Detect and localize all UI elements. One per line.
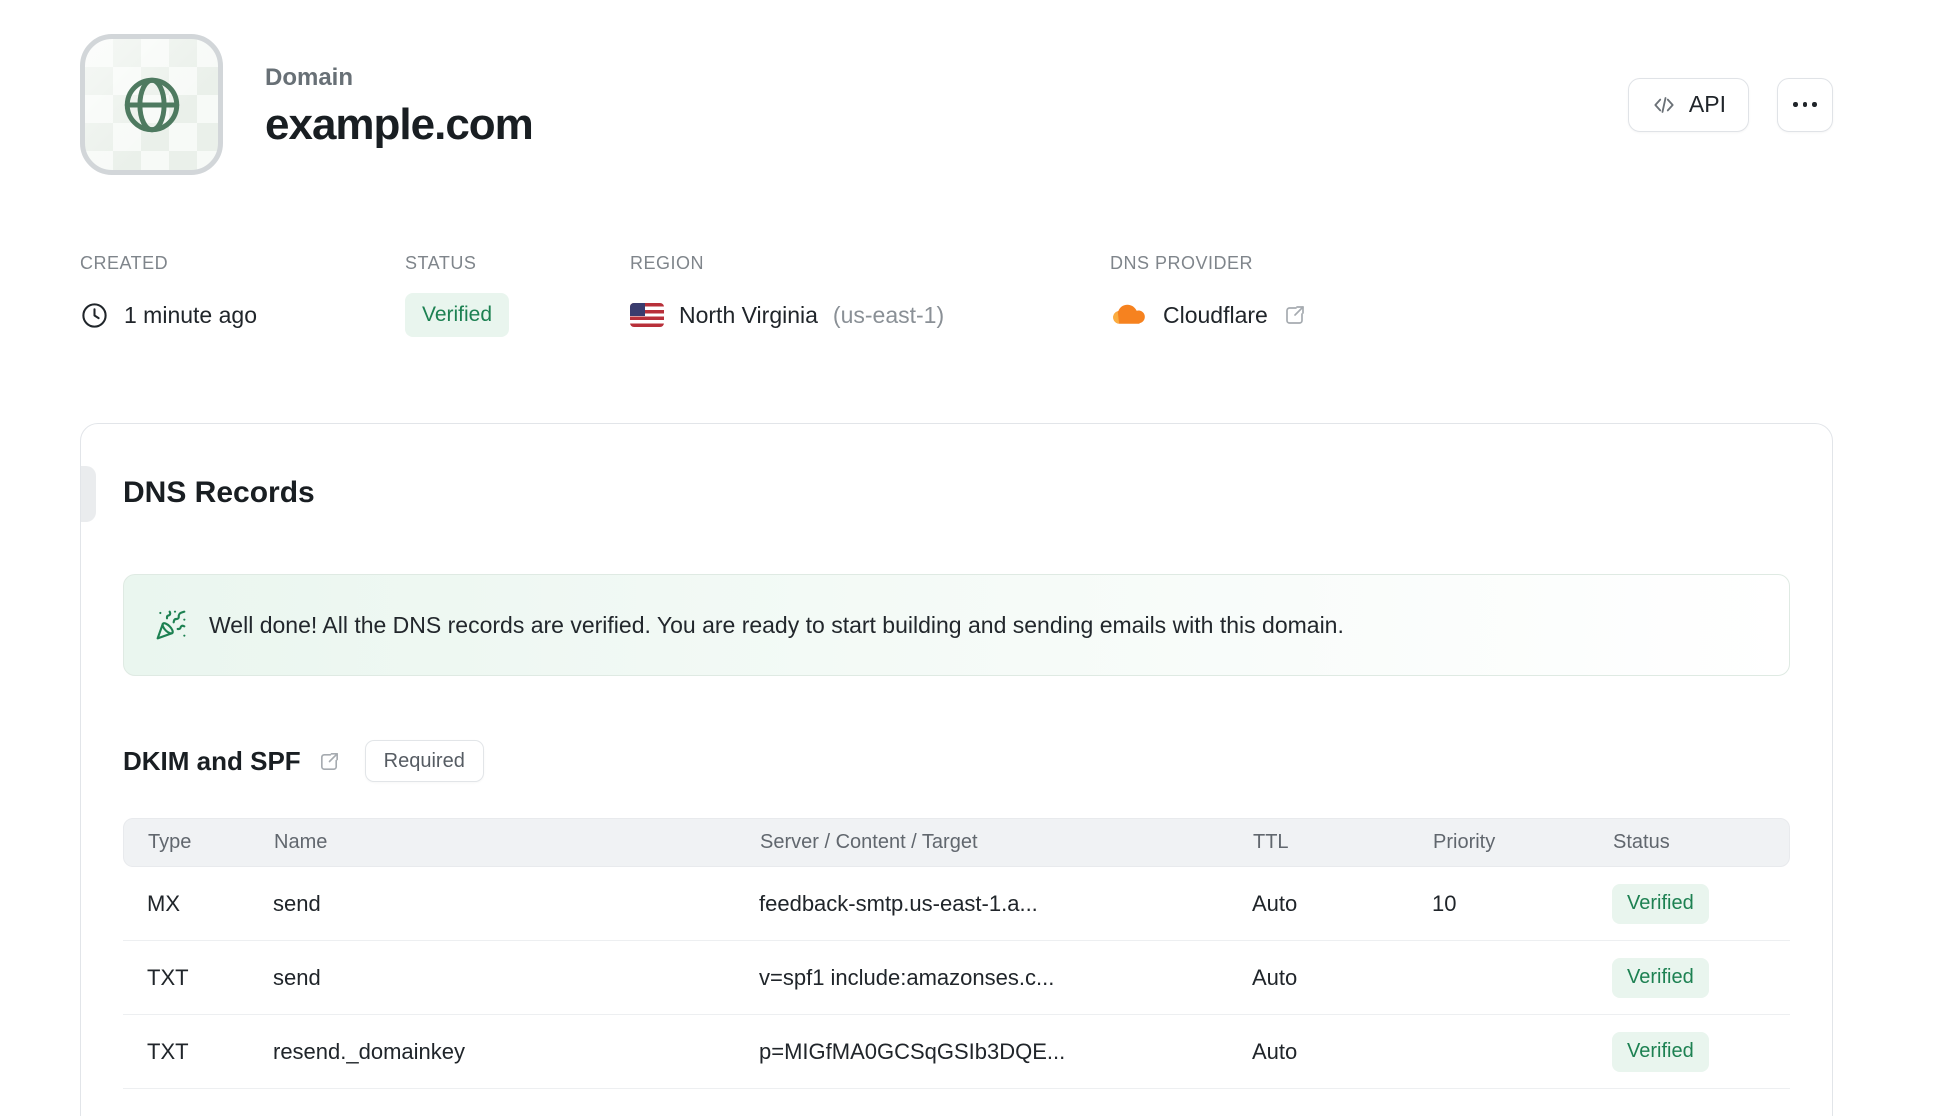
code-icon	[1651, 92, 1677, 118]
section-edge-indicator	[81, 466, 96, 522]
record-name: send	[273, 890, 321, 916]
banner-message: Well done! All the DNS records are verif…	[209, 611, 1344, 638]
record-name: resend._domainkey	[273, 1038, 466, 1064]
record-content[interactable]: p=MIGfMA0GCSqGSIb3DQE...	[759, 1039, 1252, 1065]
api-button-label: API	[1688, 91, 1726, 117]
dns-provider-label: DNS PROVIDER	[1110, 253, 1254, 273]
dns-records-table: Type Name Server / Content / Target TTL …	[123, 818, 1790, 1089]
record-content[interactable]: v=spf1 include:amazonses.c...	[759, 965, 1252, 991]
entity-type-label: Domain	[265, 63, 354, 91]
meta-dns-provider: DNS PROVIDER Cloudflare	[1110, 253, 1307, 337]
clock-icon	[80, 301, 109, 330]
external-link-icon[interactable]	[1283, 303, 1307, 327]
party-popper-icon	[155, 609, 187, 641]
region-value: North Virginia	[679, 301, 818, 328]
status-label: STATUS	[405, 253, 477, 273]
required-badge: Required	[364, 740, 484, 782]
record-status-badge: Verified	[1612, 883, 1709, 924]
cloudflare-icon	[1110, 301, 1148, 329]
domain-detail-page: Domain example.com API CREATED 1 minute …	[0, 0, 1944, 1116]
record-type: TXT	[147, 1038, 189, 1064]
dkim-spf-title: DKIM and SPF	[123, 745, 301, 776]
header-actions: API	[1627, 77, 1833, 132]
col-header-ttl: TTL	[1253, 831, 1289, 853]
region-code: (us-east-1)	[832, 301, 945, 328]
meta-region: REGION North Virginia (us-east-1)	[630, 253, 1110, 337]
col-header-content: Server / Content / Target	[760, 831, 978, 853]
created-value: 1 minute ago	[124, 301, 257, 328]
dns-records-card: DNS Records Well done! All the DNS recor…	[80, 423, 1833, 1116]
dns-records-heading: DNS Records	[123, 476, 315, 509]
table-header-row: Type Name Server / Content / Target TTL …	[123, 818, 1790, 867]
page-title: example.com	[265, 99, 534, 149]
meta-status: STATUS Verified	[405, 253, 630, 337]
record-content[interactable]: feedback-smtp.us-east-1.a...	[759, 891, 1252, 917]
api-button[interactable]: API	[1627, 77, 1749, 132]
col-header-name: Name	[274, 831, 328, 853]
dns-provider-value: Cloudflare	[1163, 301, 1268, 328]
col-header-type: Type	[148, 831, 192, 853]
col-header-status: Status	[1613, 831, 1670, 853]
ellipsis-icon	[1793, 102, 1817, 107]
record-ttl: Auto	[1252, 1038, 1298, 1064]
col-header-priority: Priority	[1433, 831, 1496, 853]
domain-meta-row: CREATED 1 minute ago STATUS Verified REG…	[80, 253, 1833, 337]
record-ttl: Auto	[1252, 890, 1298, 916]
region-label: REGION	[630, 253, 705, 273]
record-status-badge: Verified	[1612, 957, 1709, 998]
more-options-button[interactable]	[1777, 77, 1833, 132]
record-name: send	[273, 964, 321, 990]
record-type: MX	[147, 890, 180, 916]
globe-icon	[119, 72, 185, 138]
domain-avatar	[80, 34, 223, 175]
record-priority: 10	[1432, 890, 1457, 916]
record-status-badge: Verified	[1612, 1031, 1709, 1072]
domain-identity: Domain example.com	[80, 34, 534, 175]
status-badge: Verified	[405, 293, 510, 337]
table-row[interactable]: MX send feedback-smtp.us-east-1.a... Aut…	[123, 867, 1790, 941]
record-type: TXT	[147, 964, 189, 990]
table-row[interactable]: TXT resend._domainkey p=MIGfMA0GCSqGSIb3…	[123, 1015, 1790, 1089]
table-row[interactable]: TXT send v=spf1 include:amazonses.c... A…	[123, 941, 1790, 1015]
page-header: Domain example.com API	[80, 34, 1833, 175]
dkim-spf-section-header: DKIM and SPF Required	[123, 740, 1790, 782]
record-ttl: Auto	[1252, 964, 1298, 990]
meta-created: CREATED 1 minute ago	[80, 253, 405, 337]
title-block: Domain example.com	[265, 60, 534, 150]
created-label: CREATED	[80, 253, 169, 273]
verification-success-banner: Well done! All the DNS records are verif…	[123, 574, 1790, 676]
external-link-icon[interactable]	[318, 750, 341, 773]
us-flag-icon	[630, 303, 664, 327]
